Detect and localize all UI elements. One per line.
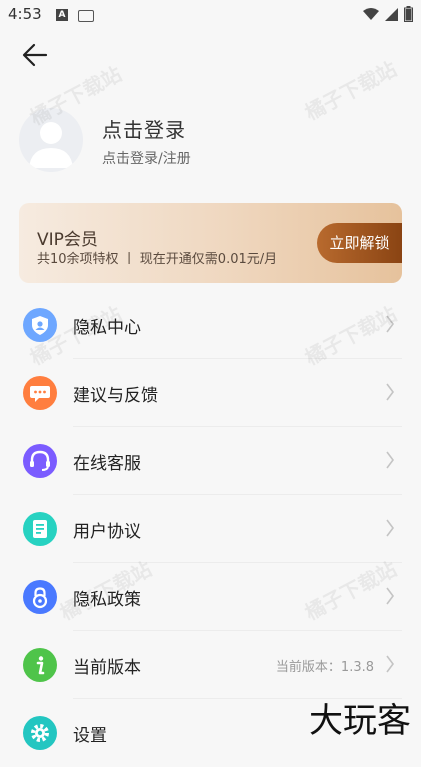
headset-icon <box>23 444 57 478</box>
chevron-right-icon <box>386 519 394 537</box>
menu-item-label: 在线客服 <box>73 454 141 474</box>
wifi-icon <box>363 7 379 20</box>
document-icon <box>23 512 57 546</box>
status-time: 4:53 <box>8 5 42 23</box>
menu-item-label: 建议与反馈 <box>73 386 158 406</box>
menu-item-label: 用户协议 <box>73 522 141 542</box>
vip-card[interactable]: VIP会员 共10余项特权 丨 现在开通仅需0.01元/月 立即解锁 <box>19 203 402 283</box>
version-value: 当前版本：1.3.8 <box>275 660 374 675</box>
menu-item-current-version[interactable]: 当前版本 当前版本：1.3.8 <box>0 631 421 699</box>
status-bar: 4:53 A <box>0 0 421 30</box>
status-right-icons <box>363 6 413 22</box>
menu-item-online-service[interactable]: 在线客服 <box>0 427 421 495</box>
signal-icon <box>385 7 398 21</box>
status-left-icons: A <box>56 9 94 22</box>
vip-title: VIP会员 <box>37 230 98 250</box>
chevron-right-icon <box>386 587 394 605</box>
login-subtitle[interactable]: 点击登录/注册 <box>102 148 191 168</box>
privacy-lock-icon <box>23 580 57 614</box>
menu-item-label: 设置 <box>73 726 107 746</box>
info-icon <box>23 648 57 682</box>
chevron-right-icon <box>386 655 394 673</box>
menu-item-feedback[interactable]: 建议与反馈 <box>0 359 421 427</box>
unlock-vip-button[interactable]: 立即解锁 <box>317 223 402 263</box>
chevron-right-icon <box>386 383 394 401</box>
chat-bubble-icon <box>23 376 57 410</box>
corner-logo: 大玩客 <box>309 701 411 741</box>
menu-item-user-agreement[interactable]: 用户协议 <box>0 495 421 563</box>
menu-item-label: 当前版本 <box>73 658 141 678</box>
chevron-right-icon <box>386 451 394 469</box>
gear-icon <box>23 716 57 750</box>
notification-a-icon: A <box>56 9 68 21</box>
login-title[interactable]: 点击登录 <box>102 114 186 143</box>
vip-description: 共10余项特权 丨 现在开通仅需0.01元/月 <box>37 252 278 267</box>
back-button[interactable] <box>20 40 50 70</box>
keyboard-icon <box>78 10 94 22</box>
battery-icon <box>404 6 413 22</box>
watermark: 橘子下载站 <box>300 56 401 125</box>
back-arrow-icon <box>22 43 48 67</box>
